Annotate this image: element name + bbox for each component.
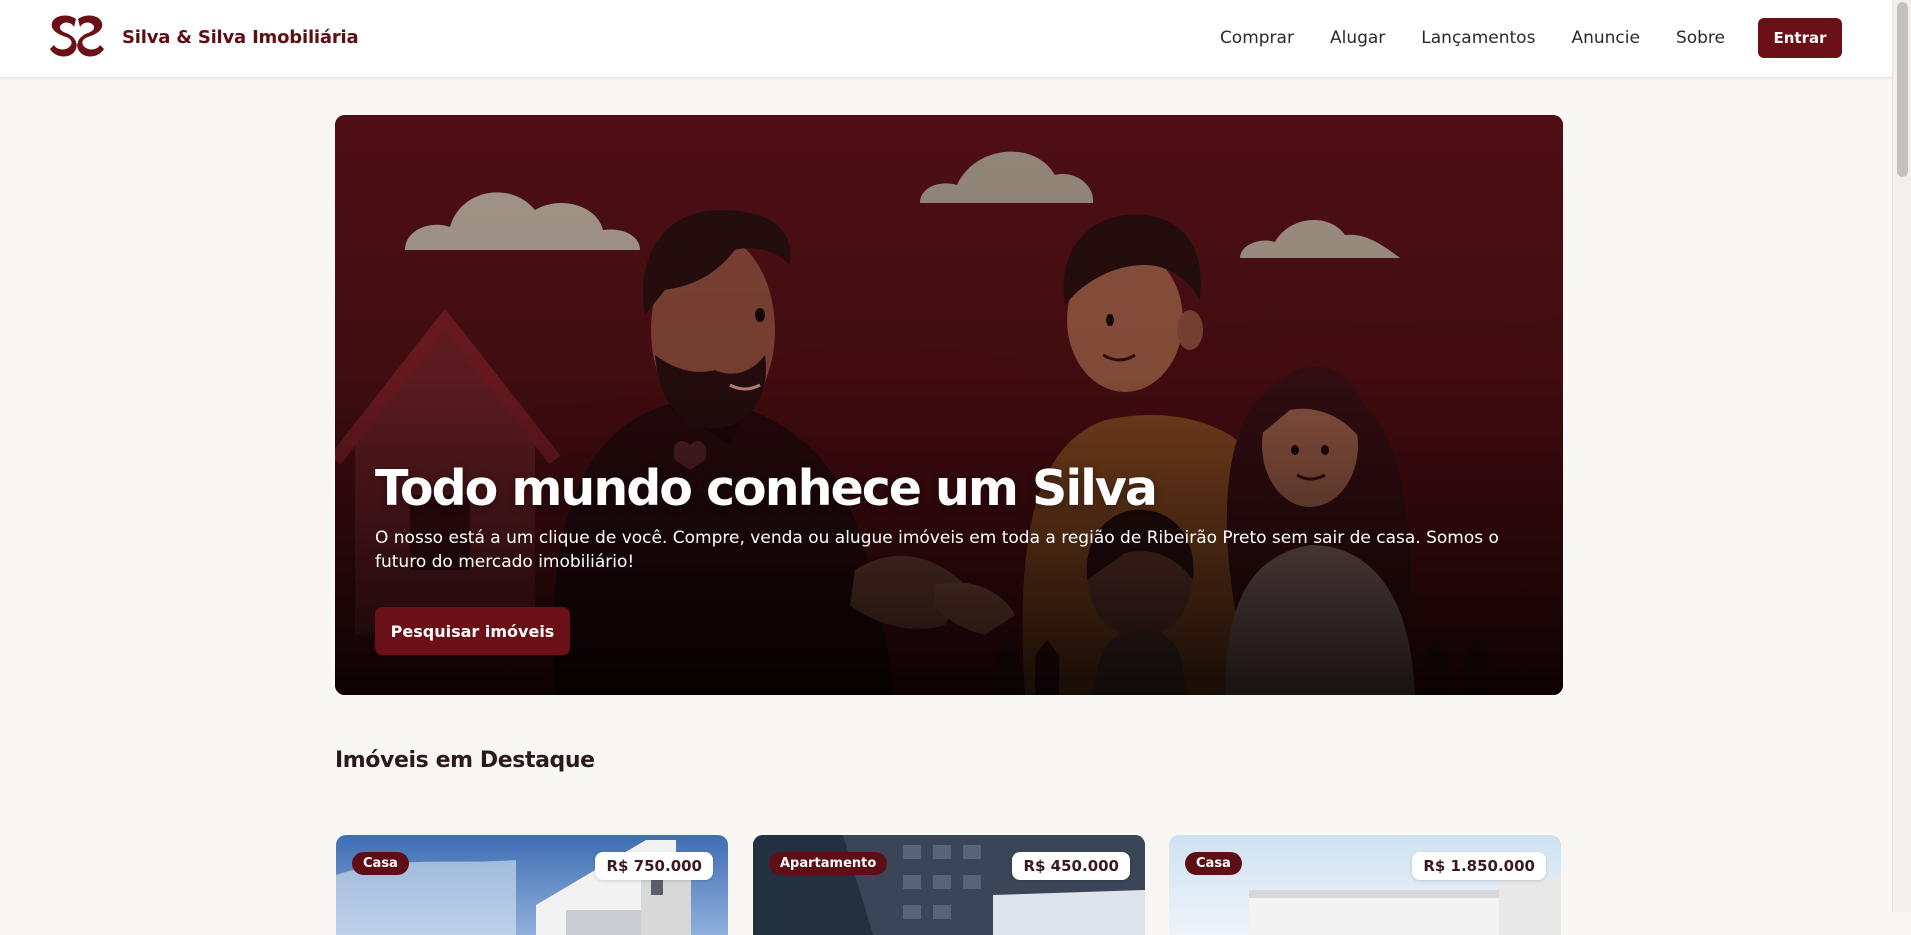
site-header: Silva & Silva Imobiliária Comprar Alugar… — [0, 0, 1892, 78]
search-properties-button[interactable]: Pesquisar imóveis — [375, 607, 570, 655]
hero-description: O nosso está a um clique de você. Compre… — [375, 528, 1499, 572]
property-card[interactable]: Casa R$ 1.850.000 — [1169, 835, 1561, 935]
property-photo — [336, 835, 728, 935]
property-price: R$ 1.850.000 — [1412, 852, 1546, 880]
hero-title: Todo mundo conhece um Silva — [375, 460, 1158, 517]
property-type-badge: Casa — [352, 852, 409, 875]
property-type-badge: Casa — [1185, 852, 1242, 875]
nav-lancamentos[interactable]: Lançamentos — [1421, 18, 1535, 58]
featured-section-title: Imóveis em Destaque — [335, 748, 595, 773]
login-button[interactable]: Entrar — [1758, 18, 1842, 58]
brand-name: Silva & Silva Imobiliária — [122, 26, 359, 48]
property-card[interactable]: Apartamento R$ 450.000 — [753, 835, 1145, 935]
scrollbar-thumb[interactable] — [1897, 2, 1908, 177]
property-photo — [753, 835, 1145, 935]
nav-anuncie[interactable]: Anuncie — [1571, 18, 1639, 58]
property-price: R$ 750.000 — [595, 852, 713, 880]
property-price: R$ 450.000 — [1012, 852, 1130, 880]
main-nav: Comprar Alugar Lançamentos Anuncie Sobre… — [1220, 18, 1842, 58]
property-card[interactable]: Casa R$ 750.000 — [336, 835, 728, 935]
brand[interactable]: Silva & Silva Imobiliária — [46, 13, 359, 61]
nav-comprar[interactable]: Comprar — [1220, 18, 1294, 58]
ss-monogram-logo-icon — [50, 15, 104, 57]
property-type-badge: Apartamento — [769, 852, 888, 875]
page-scrollbar[interactable] — [1892, 0, 1911, 912]
nav-sobre[interactable]: Sobre — [1676, 18, 1725, 58]
nav-alugar[interactable]: Alugar — [1330, 18, 1385, 58]
property-photo — [1169, 835, 1561, 935]
hero-banner: Todo mundo conhece um Silva O nosso está… — [335, 115, 1563, 695]
